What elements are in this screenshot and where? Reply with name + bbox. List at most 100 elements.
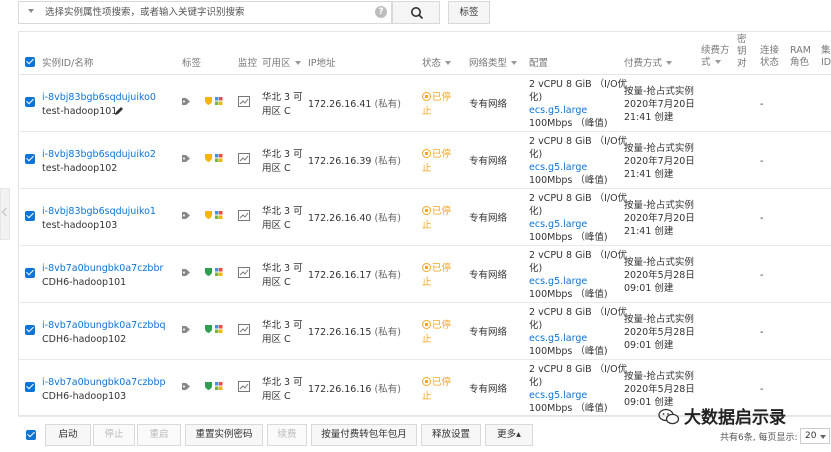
row-checkbox[interactable] (25, 97, 35, 107)
select-all-checkbox[interactable] (25, 57, 35, 67)
table-row: i-8vbj83bgb6sqdujuiko2 test-hadoop102 华北… (18, 132, 831, 189)
billing-created: 09:01 创建 (624, 340, 674, 351)
config-line-2: 化) (529, 320, 543, 331)
instance-type-link[interactable]: ecs.g5.large (529, 219, 587, 231)
watermark-text: 大数据启示录 (684, 408, 786, 428)
monitor-icon[interactable] (238, 324, 250, 338)
search-input[interactable] (45, 5, 375, 20)
network-type: 专有网络 (469, 156, 508, 167)
config-line-1: 2 vCPU 8 GiB （I/O优 (529, 250, 628, 261)
ip-value: 172.26.16.17 (308, 270, 372, 281)
page-size-select[interactable]: 20 (800, 428, 830, 444)
caret-down-icon (445, 61, 452, 65)
row-checkbox[interactable] (25, 325, 35, 335)
footer-select-all-checkbox[interactable] (26, 430, 36, 440)
network-type: 专有网络 (469, 270, 508, 281)
row-checkbox[interactable] (25, 154, 35, 164)
reset-password-button[interactable]: 重置实例密码 (185, 424, 263, 446)
convert-billing-button[interactable]: 按量付费转包年包月 (311, 424, 417, 446)
instance-type-link[interactable]: ecs.g5.large (529, 333, 587, 345)
config-bandwidth: 100Mbps （峰值) (529, 403, 608, 414)
tag-icon[interactable] (181, 211, 191, 223)
instance-id-link[interactable]: i-8vb7a0bungbk0a7czbbp (42, 377, 166, 389)
instance-id-link[interactable]: i-8vbj83bgb6sqdujuiko1 (42, 206, 156, 218)
zone-line-1: 华北 3 可 (262, 92, 303, 103)
col-renew[interactable]: 续费方式 (701, 45, 731, 69)
release-settings-button[interactable]: 释放设置 (421, 424, 481, 446)
monitor-icon[interactable] (238, 210, 250, 224)
col-config: 配置 (529, 58, 549, 69)
monitor-icon[interactable] (238, 381, 250, 395)
col-billing-label: 付费方式 (624, 58, 663, 69)
side-collapse-handle[interactable] (0, 188, 10, 240)
security-badge-icon[interactable] (204, 96, 224, 109)
zone-line-2: 用区 C (262, 277, 291, 288)
tag-icon[interactable] (181, 97, 191, 109)
edit-name-icon[interactable] (114, 106, 124, 119)
monitor-icon[interactable] (238, 96, 250, 110)
security-badge-icon[interactable] (204, 381, 224, 394)
start-button[interactable]: 启动 (45, 424, 91, 446)
billing-created: 09:01 创建 (624, 283, 674, 294)
instance-id-link[interactable]: i-8vb7a0bungbk0a7czbbr (42, 263, 163, 275)
tag-filter-button[interactable]: 标签 (448, 1, 490, 24)
instance-id-link[interactable]: i-8vbj83bgb6sqdujuiko0 (42, 92, 156, 104)
security-badge-icon[interactable] (204, 153, 224, 166)
renew-button[interactable]: 续费 (267, 424, 307, 446)
stopped-icon (422, 92, 431, 101)
page-size-value: 20 (805, 431, 817, 441)
col-zone[interactable]: 可用区 (262, 58, 301, 70)
search-icon (411, 7, 424, 20)
zone-line-1: 华北 3 可 (262, 377, 303, 388)
monitor-icon[interactable] (238, 267, 250, 281)
billing-line-1: 按量-抢占式实例 (624, 143, 694, 154)
col-network-label: 网络类型 (469, 58, 508, 69)
config-bandwidth: 100Mbps （峰值) (529, 232, 608, 243)
billing-date: 2020年5月28日 (624, 270, 695, 281)
instance-id-link[interactable]: i-8vbj83bgb6sqdujuiko2 (42, 149, 156, 161)
dropdown-arrow-icon[interactable] (28, 9, 34, 13)
col-cluster: 集ID (821, 45, 831, 68)
restart-button[interactable]: 重启 (137, 424, 181, 446)
status-line-2: 止 (422, 106, 432, 117)
row-checkbox[interactable] (25, 382, 35, 392)
security-badge-icon[interactable] (204, 210, 224, 223)
instance-type-link[interactable]: ecs.g5.large (529, 276, 587, 288)
instance-name: test-hadoop103 (42, 220, 118, 231)
status-badge: 已停 (422, 149, 451, 161)
stopped-icon (422, 320, 431, 329)
col-status[interactable]: 状态 (422, 58, 452, 70)
instance-name: CDH6-hadoop101 (42, 277, 127, 288)
security-badge-icon[interactable] (204, 324, 224, 337)
col-network[interactable]: 网络类型 (469, 58, 518, 70)
search-box[interactable]: ? (18, 1, 392, 24)
status-line-2: 止 (422, 277, 432, 288)
tag-icon[interactable] (181, 154, 191, 166)
tag-icon[interactable] (181, 382, 191, 394)
billing-date: 2020年7月20日 (624, 99, 695, 110)
instance-type-link[interactable]: ecs.g5.large (529, 162, 587, 174)
instance-id-link[interactable]: i-8vb7a0bungbk0a7czbbq (42, 320, 166, 332)
tag-icon[interactable] (181, 325, 191, 337)
config-bandwidth: 100Mbps （峰值) (529, 289, 608, 300)
tag-icon[interactable] (181, 268, 191, 280)
col-billing[interactable]: 付费方式 (624, 58, 673, 70)
security-badge-icon[interactable] (204, 267, 224, 280)
row-checkbox[interactable] (25, 211, 35, 221)
instance-type-link[interactable]: ecs.g5.large (529, 105, 587, 117)
help-icon[interactable]: ? (375, 6, 387, 18)
zone-line-2: 用区 C (262, 334, 291, 345)
zone-line-1: 华北 3 可 (262, 320, 303, 331)
connection-status: - (760, 384, 764, 395)
network-type: 专有网络 (469, 99, 508, 110)
monitor-icon[interactable] (238, 153, 250, 167)
stop-button[interactable]: 停止 (93, 424, 135, 446)
search-button[interactable] (392, 1, 440, 24)
row-checkbox[interactable] (25, 268, 35, 278)
instance-type-link[interactable]: ecs.g5.large (529, 390, 587, 402)
caret-down-icon (294, 61, 301, 65)
more-button[interactable]: 更多▴ (485, 424, 533, 446)
zone-line-1: 华北 3 可 (262, 149, 303, 160)
table-row: i-8vbj83bgb6sqdujuiko0 test-hadoop101 华北… (18, 75, 831, 132)
network-type: 专有网络 (469, 327, 508, 338)
